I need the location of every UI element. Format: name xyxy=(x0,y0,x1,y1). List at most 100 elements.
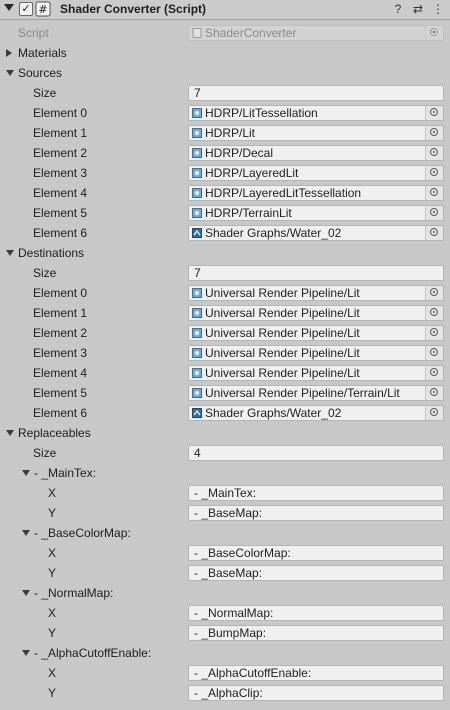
shader-name: HDRP/LitTessellation xyxy=(205,106,318,120)
shader-icon xyxy=(192,148,202,158)
collapse-arrow-icon[interactable] xyxy=(22,650,30,656)
shader-name: Shader Graphs/Water_02 xyxy=(205,406,342,420)
replaceable-y-input[interactable]: - _BaseMap: xyxy=(188,565,444,581)
source-shader-field[interactable]: HDRP/LayeredLit xyxy=(188,165,444,181)
collapse-arrow-icon[interactable] xyxy=(6,70,14,76)
source-shader-field[interactable]: HDRP/LitTessellation xyxy=(188,105,444,121)
source-element-row: Element 6 Shader Graphs/Water_02 xyxy=(0,223,450,243)
replaceable-y-row: Y - _AlphaClip: xyxy=(0,683,450,703)
destinations-foldout[interactable]: Destinations xyxy=(0,243,450,263)
destination-element-row: Element 2 Universal Render Pipeline/Lit xyxy=(0,323,450,343)
script-icon: # xyxy=(35,1,51,17)
object-picker-icon[interactable] xyxy=(425,306,443,320)
destination-shader-field[interactable]: Universal Render Pipeline/Lit xyxy=(188,305,444,321)
object-picker-icon[interactable] xyxy=(425,286,443,300)
replaceables-size-input[interactable]: 4 xyxy=(188,445,444,461)
enabled-checkbox[interactable]: ✓ xyxy=(19,2,33,16)
script-row: Script ShaderConverter xyxy=(0,23,450,43)
object-picker-icon[interactable] xyxy=(425,386,443,400)
element-label: Element 1 xyxy=(33,126,88,140)
destinations-size-row: Size 7 xyxy=(0,263,450,283)
source-shader-field[interactable]: HDRP/Decal xyxy=(188,145,444,161)
object-picker-icon[interactable] xyxy=(425,366,443,380)
element-label: Element 2 xyxy=(33,326,88,340)
replaceable-y-input[interactable]: - _BaseMap: xyxy=(188,505,444,521)
source-shader-field[interactable]: HDRP/Lit xyxy=(188,125,444,141)
element-label: Element 0 xyxy=(33,106,88,120)
replaceable-foldout[interactable]: - _AlphaCutoffEnable: xyxy=(0,643,450,663)
shader-name: HDRP/LayeredLitTessellation xyxy=(205,186,362,200)
component-header: ✓ # Shader Converter (Script) ? ⇄ ⋮ xyxy=(0,0,450,20)
source-shader-field[interactable]: HDRP/TerrainLit xyxy=(188,205,444,221)
destination-shader-field[interactable]: Universal Render Pipeline/Lit xyxy=(188,345,444,361)
sources-size-input[interactable]: 7 xyxy=(188,85,444,101)
object-picker-icon[interactable] xyxy=(425,186,443,200)
replaceables-size-row: Size 4 xyxy=(0,443,450,463)
replaceables-foldout[interactable]: Replaceables xyxy=(0,423,450,443)
replaceable-x-row: X - _NormalMap: xyxy=(0,603,450,623)
shader-icon xyxy=(192,368,202,378)
destination-shader-field[interactable]: Universal Render Pipeline/Lit xyxy=(188,325,444,341)
sources-foldout[interactable]: Sources xyxy=(0,63,450,83)
source-element-row: Element 4 HDRP/LayeredLitTessellation xyxy=(0,183,450,203)
object-picker-icon[interactable] xyxy=(425,146,443,160)
materials-foldout[interactable]: Materials xyxy=(0,43,450,63)
replaceable-x-row: X - _MainTex: xyxy=(0,483,450,503)
element-label: Element 3 xyxy=(33,346,88,360)
destination-shader-field[interactable]: Universal Render Pipeline/Lit xyxy=(188,285,444,301)
replaceable-x-input[interactable]: - _AlphaCutoffEnable: xyxy=(188,665,444,681)
script-label: Script xyxy=(18,26,49,40)
collapse-arrow-icon[interactable] xyxy=(4,4,14,11)
shader-name: HDRP/Decal xyxy=(205,146,274,160)
replaceable-y-input[interactable]: - _BumpMap: xyxy=(188,625,444,641)
sources-size-row: Size 7 xyxy=(0,83,450,103)
replaceable-x-input[interactable]: - _MainTex: xyxy=(188,485,444,501)
replaceable-x-input[interactable]: - _BaseColorMap: xyxy=(188,545,444,561)
shader-icon xyxy=(192,388,202,398)
replaceable-y-row: Y - _BaseMap: xyxy=(0,503,450,523)
collapse-arrow-icon[interactable] xyxy=(6,430,14,436)
object-picker-icon[interactable] xyxy=(425,206,443,220)
replaceable-foldout[interactable]: - _NormalMap: xyxy=(0,583,450,603)
replaceable-y-input[interactable]: - _AlphaClip: xyxy=(188,685,444,701)
script-file-icon xyxy=(192,28,202,38)
replaceable-foldout[interactable]: - _MainTex: xyxy=(0,463,450,483)
shader-name: Universal Render Pipeline/Lit xyxy=(205,326,360,340)
object-picker-icon[interactable] xyxy=(425,106,443,120)
destination-element-row: Element 5 Universal Render Pipeline/Terra… xyxy=(0,383,450,403)
source-element-row: Element 1 HDRP/Lit xyxy=(0,123,450,143)
object-picker-icon[interactable] xyxy=(425,406,443,420)
element-label: Element 4 xyxy=(33,366,88,380)
y-label: Y xyxy=(48,626,57,640)
element-label: Element 3 xyxy=(33,166,88,180)
object-picker-icon[interactable] xyxy=(425,346,443,360)
element-label: Element 6 xyxy=(33,226,88,240)
collapse-arrow-icon[interactable] xyxy=(22,470,30,476)
destination-element-row: Element 4 Universal Render Pipeline/Lit xyxy=(0,363,450,383)
destination-shader-field[interactable]: Shader Graphs/Water_02 xyxy=(188,405,444,421)
object-picker-icon[interactable] xyxy=(425,326,443,340)
collapse-arrow-icon[interactable] xyxy=(22,590,30,596)
presets-icon[interactable]: ⇄ xyxy=(410,1,426,17)
shader-name: HDRP/TerrainLit xyxy=(205,206,292,220)
source-shader-field[interactable]: HDRP/LayeredLitTessellation xyxy=(188,185,444,201)
object-picker-icon[interactable] xyxy=(425,166,443,180)
collapse-arrow-icon[interactable] xyxy=(22,530,30,536)
context-menu-icon[interactable]: ⋮ xyxy=(430,1,446,17)
source-shader-field[interactable]: Shader Graphs/Water_02 xyxy=(188,225,444,241)
help-icon[interactable]: ? xyxy=(390,1,406,17)
source-element-row: Element 3 HDRP/LayeredLit xyxy=(0,163,450,183)
destinations-size-input[interactable]: 7 xyxy=(188,265,444,281)
object-picker-icon[interactable] xyxy=(425,126,443,140)
materials-label: Materials xyxy=(18,46,67,60)
shader-icon xyxy=(192,308,202,318)
replaceable-x-input[interactable]: - _NormalMap: xyxy=(188,605,444,621)
destination-shader-field[interactable]: Universal Render Pipeline/Terrain/Lit xyxy=(188,385,444,401)
shader-name: HDRP/LayeredLit xyxy=(205,166,299,180)
expand-arrow-icon[interactable] xyxy=(6,49,12,57)
replaceable-foldout[interactable]: - _BaseColorMap: xyxy=(0,523,450,543)
component-title: Shader Converter (Script) xyxy=(60,2,207,16)
object-picker-icon[interactable] xyxy=(425,226,443,240)
destination-shader-field[interactable]: Universal Render Pipeline/Lit xyxy=(188,365,444,381)
collapse-arrow-icon[interactable] xyxy=(6,250,14,256)
